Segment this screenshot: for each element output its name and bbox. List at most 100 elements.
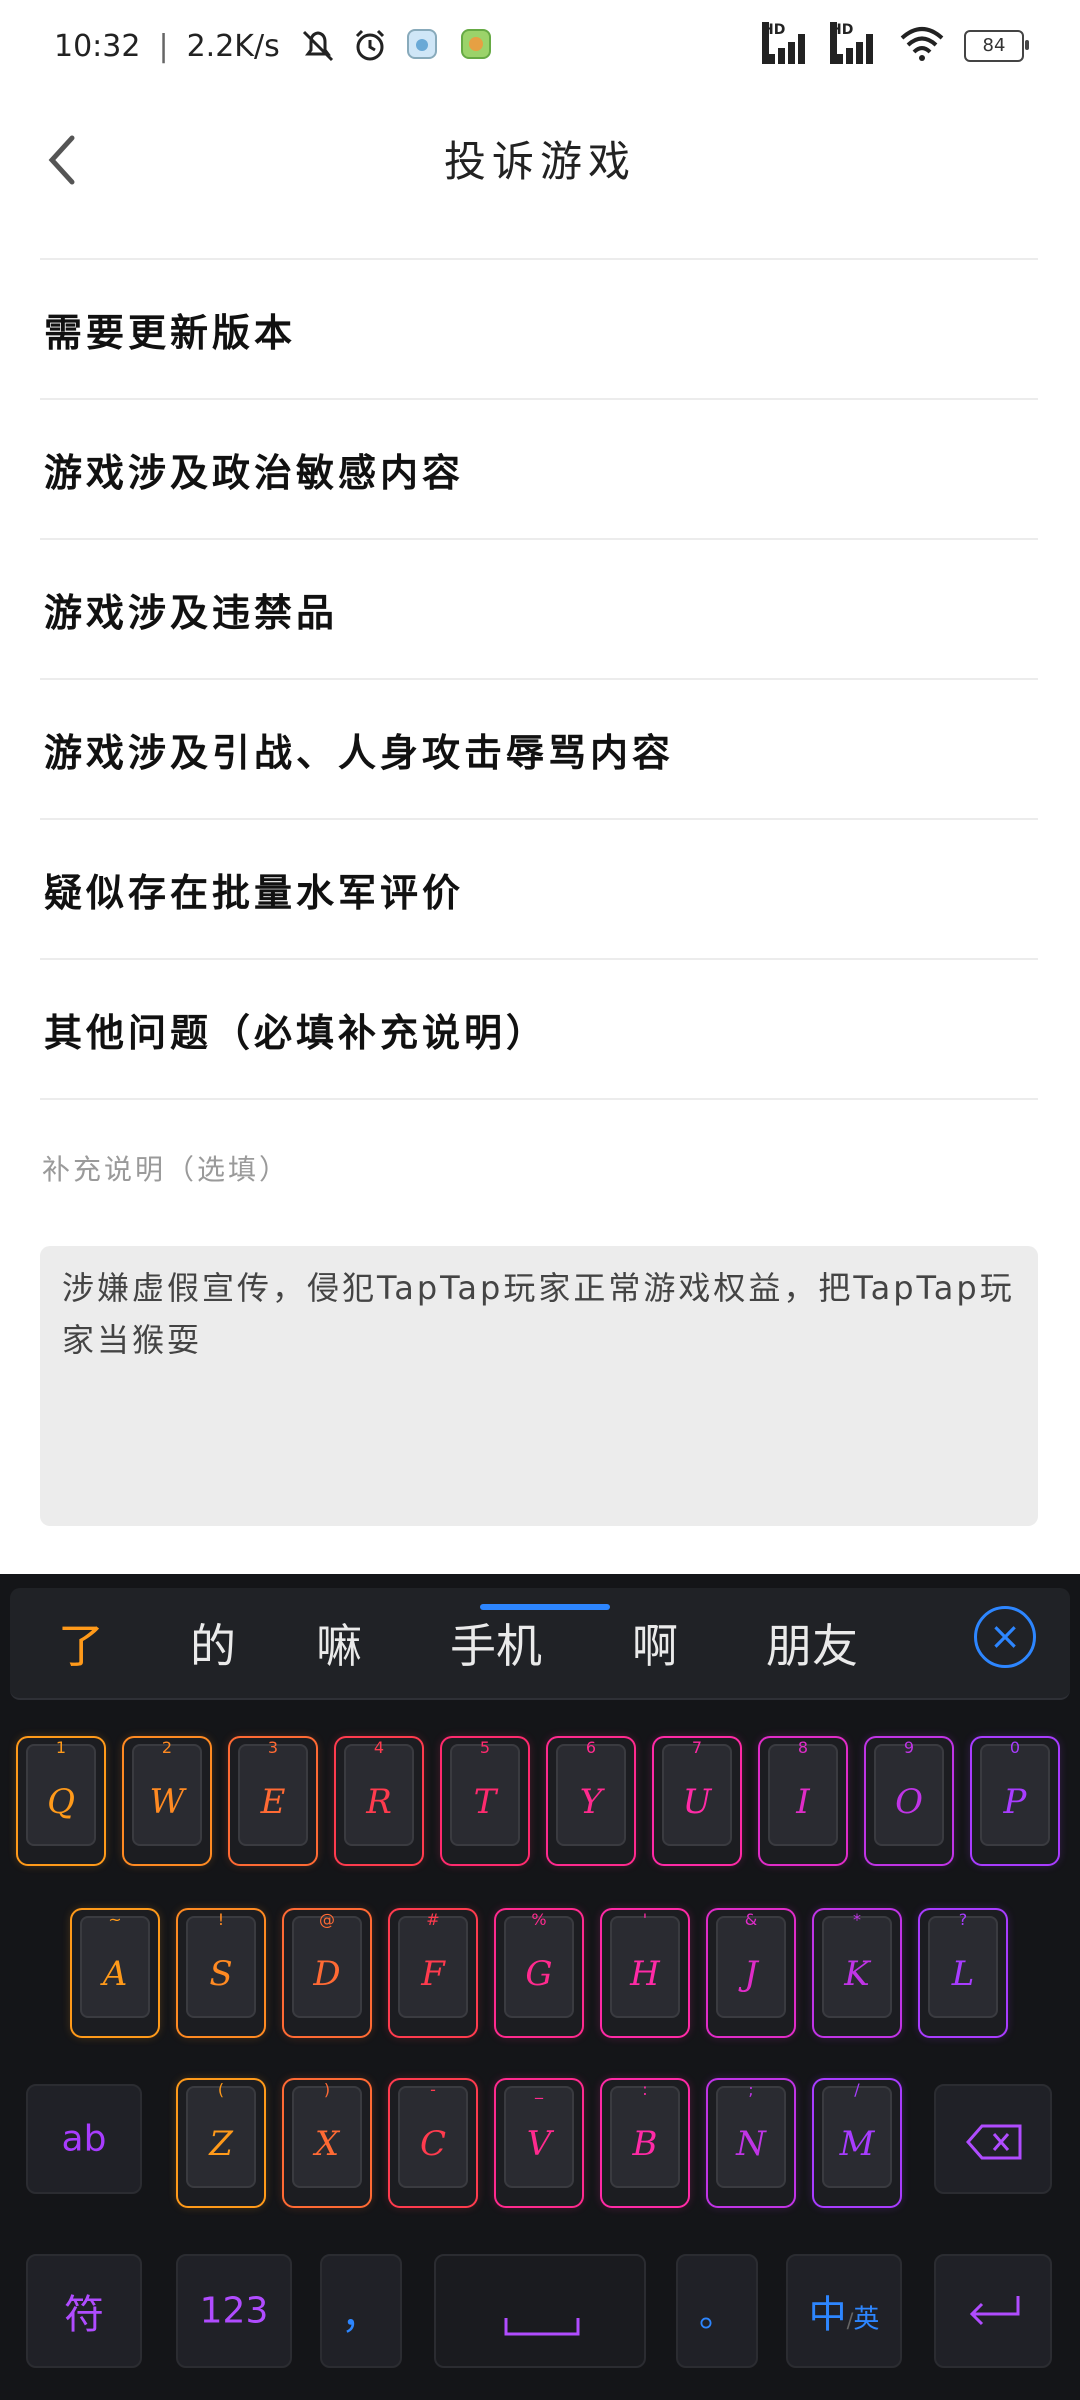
key-sub-label: *: [853, 1910, 861, 1929]
key-i[interactable]: 8I: [760, 1738, 846, 1864]
language-switch-label: 中/英: [788, 2284, 900, 2339]
key-label: P: [1003, 1782, 1027, 1822]
key-t[interactable]: 5T: [442, 1738, 528, 1864]
key-s[interactable]: ! S: [178, 1910, 264, 2036]
key-x[interactable]: ) X: [284, 2080, 370, 2206]
key-label: A: [102, 1954, 128, 1994]
reason-item[interactable]: 疑似存在批量水军评价: [40, 820, 1038, 960]
key-sub-label: ): [323, 2080, 331, 2099]
key-o[interactable]: 9O: [866, 1738, 952, 1864]
key-sub-label: !: [217, 1910, 225, 1929]
key-sub-label: 2: [161, 1738, 173, 1757]
reason-item[interactable]: 游戏涉及违禁品: [40, 540, 1038, 680]
candidate-item[interactable]: 嘛: [316, 1610, 362, 1676]
close-candidates-icon[interactable]: ×: [974, 1606, 1036, 1668]
key-m[interactable]: / M: [814, 2080, 900, 2206]
key-sub-label: #: [426, 1910, 440, 1929]
mode-switch-key[interactable]: ab: [26, 2084, 142, 2194]
key-p[interactable]: 0P: [972, 1738, 1058, 1864]
status-left: 10:32 | 2.2K/s: [54, 28, 496, 64]
key-w[interactable]: 2W: [124, 1738, 210, 1864]
page-title: 投诉游戏: [443, 137, 636, 186]
key-sub-label: 9: [903, 1738, 915, 1757]
candidate-item[interactable]: 朋友: [766, 1610, 858, 1676]
key-label: U: [682, 1782, 712, 1822]
key-k[interactable]: * K: [814, 1910, 900, 2036]
header: 投诉游戏: [0, 100, 1080, 260]
key-label: R: [366, 1782, 392, 1822]
key-d[interactable]: @ D: [284, 1910, 370, 2036]
language-main-label: 中: [808, 2292, 847, 2337]
key-y[interactable]: 6Y: [548, 1738, 634, 1864]
space-icon: [504, 2318, 580, 2336]
wifi-icon: [898, 26, 946, 66]
key-label: O: [895, 1782, 923, 1822]
key-z[interactable]: (Z: [178, 2080, 264, 2206]
reason-item[interactable]: 其他问题（必填补充说明）: [40, 960, 1038, 1100]
number-key-label: 123: [199, 2290, 269, 2332]
key-sub-label: 1: [55, 1738, 67, 1757]
status-bar: 10:32 | 2.2K/s HD HD 84: [0, 0, 1080, 100]
key-label: S: [209, 1954, 233, 1994]
key-g[interactable]: % G: [496, 1910, 582, 2036]
enter-key[interactable]: [934, 2254, 1052, 2368]
key-h[interactable]: ' H: [602, 1910, 688, 2036]
key-c[interactable]: -C: [390, 2080, 476, 2206]
candidate-item[interactable]: 的: [190, 1610, 236, 1676]
clock: 10:32: [54, 28, 141, 64]
key-label: T: [473, 1782, 497, 1822]
reason-item[interactable]: 游戏涉及政治敏感内容: [40, 400, 1038, 540]
key-sub-label: 3: [267, 1738, 279, 1757]
key-b[interactable]: :B: [602, 2080, 688, 2206]
key-sub-label: ': [642, 1910, 648, 1929]
key-label: B: [632, 2124, 658, 2164]
key-v[interactable]: _ V: [496, 2080, 582, 2206]
status-right: HD HD 84: [762, 22, 1029, 66]
period-key[interactable]: 。: [676, 2254, 758, 2368]
key-sub-label: %: [531, 1910, 547, 1929]
signal-strength-icon-2: HD: [830, 22, 880, 64]
key-f[interactable]: # F: [390, 1910, 476, 2036]
reason-item[interactable]: 需要更新版本: [40, 260, 1038, 400]
candidate-item[interactable]: 啊: [632, 1610, 678, 1676]
mute-icon: [298, 28, 334, 64]
key-label: V: [526, 2124, 552, 2164]
candidate-bar: 了 的 嘛 手机 啊 朋友 ×: [10, 1588, 1070, 1700]
key-label: X: [314, 2124, 340, 2164]
key-e[interactable]: 3E: [230, 1738, 316, 1864]
key-q[interactable]: 1Q: [18, 1738, 104, 1864]
candidate-item[interactable]: 手机: [450, 1610, 542, 1676]
key-sub-label: 0: [1009, 1738, 1021, 1757]
reason-item[interactable]: 游戏涉及引战、人身攻击辱骂内容: [40, 680, 1038, 820]
key-label: D: [313, 1954, 341, 1994]
supplement-input-value: 涉嫌虚假宣传，侵犯TapTap玩家正常游戏权益，把TapTap玩家当猴耍: [62, 1269, 1015, 1359]
language-switch-key[interactable]: 中/英: [786, 2254, 902, 2368]
key-u[interactable]: 7U: [654, 1738, 740, 1864]
key-sub-label: 7: [691, 1738, 703, 1757]
key-label: J: [744, 1954, 758, 1994]
comma-key-label: ，: [341, 2292, 381, 2338]
key-sub-label: :: [642, 2080, 648, 2099]
key-j[interactable]: & J: [708, 1910, 794, 2036]
language-sub-label: 英: [853, 2304, 880, 2335]
number-key[interactable]: 123: [176, 2254, 292, 2368]
key-r[interactable]: 4R: [336, 1738, 422, 1864]
comma-key[interactable]: ，: [320, 2254, 402, 2368]
key-l[interactable]: ? L: [920, 1910, 1006, 2036]
symbol-key-label: 符: [64, 2292, 104, 2338]
key-sub-label: @: [319, 1910, 335, 1929]
key-a[interactable]: ~ A: [72, 1910, 158, 2036]
backspace-key[interactable]: [934, 2084, 1052, 2194]
supplement-input[interactable]: 涉嫌虚假宣传，侵犯TapTap玩家正常游戏权益，把TapTap玩家当猴耍: [40, 1246, 1038, 1526]
key-sub-label: (: [217, 2080, 225, 2099]
candidate-item[interactable]: 了: [58, 1610, 104, 1676]
symbol-key[interactable]: 符: [26, 2254, 142, 2368]
cloud-app-icon: [406, 28, 442, 64]
space-key[interactable]: [434, 2254, 646, 2368]
green-app-icon: [460, 28, 496, 64]
key-label: W: [149, 1782, 185, 1822]
key-label: Z: [209, 2124, 233, 2164]
key-n[interactable]: ; N: [708, 2080, 794, 2206]
key-label: L: [951, 1954, 975, 1994]
key-label: M: [839, 2124, 875, 2164]
